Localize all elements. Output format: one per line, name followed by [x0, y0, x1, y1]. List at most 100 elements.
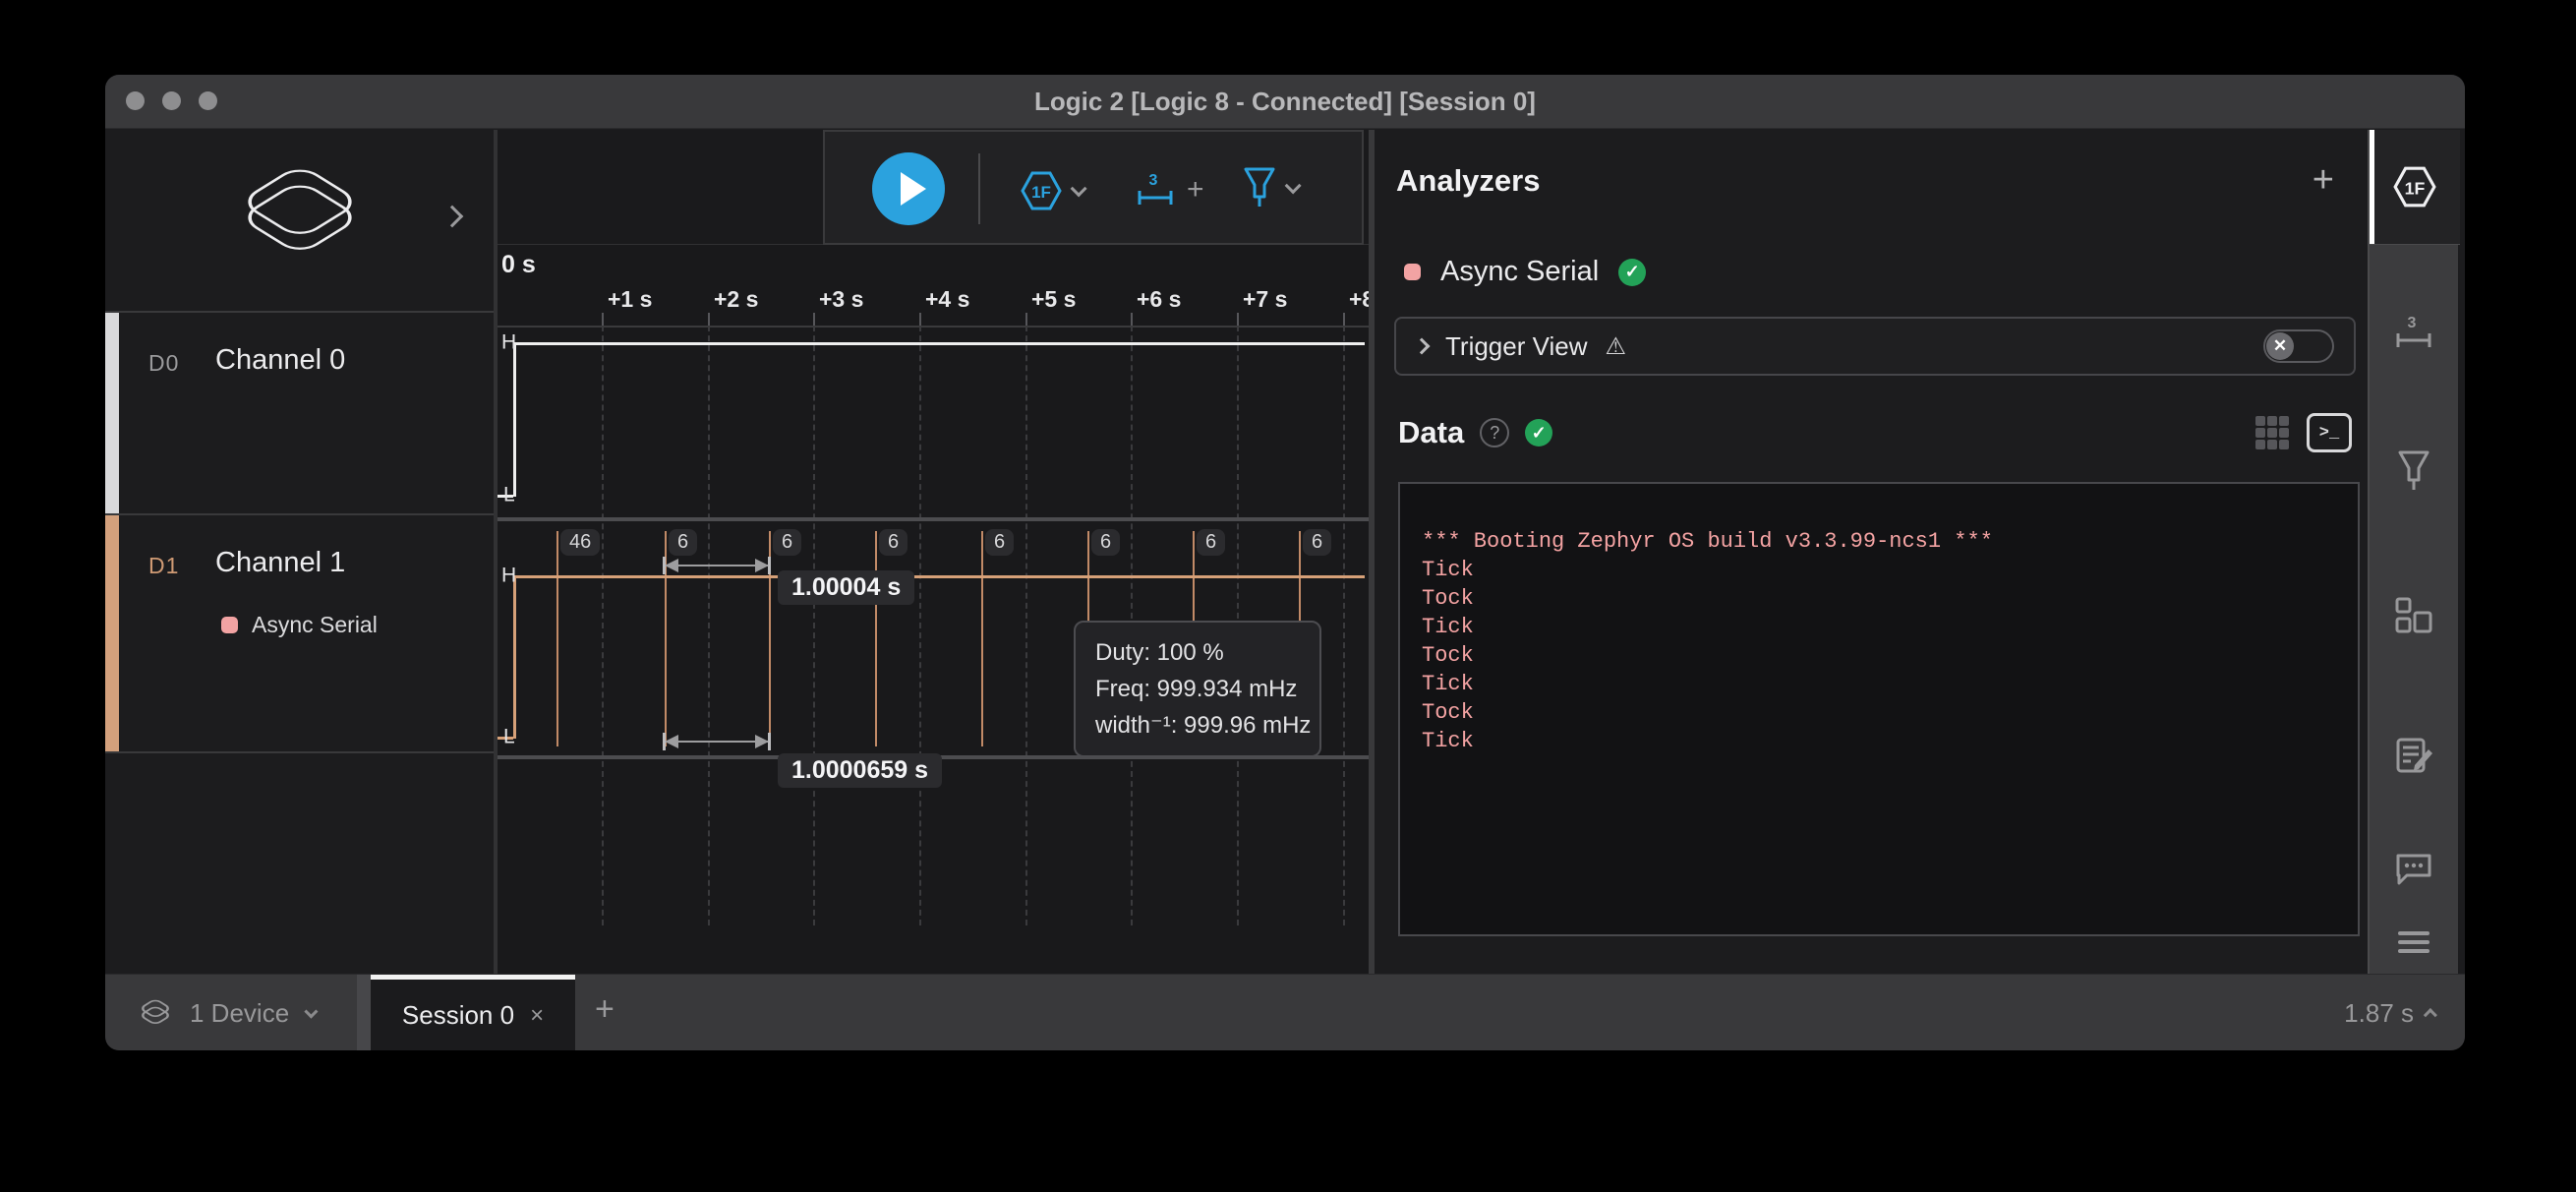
- trigger-view-row[interactable]: Trigger View ⚠ ✕: [1394, 317, 2356, 376]
- timeline-tick-mark: [602, 313, 604, 326]
- terminal-output[interactable]: *** Booting Zephyr OS build v3.3.99-ncs1…: [1398, 482, 2360, 936]
- analyzer-ok-icon: ✓: [1618, 259, 1646, 286]
- session-tab[interactable]: Session 0 ×: [371, 975, 575, 1050]
- tooltip-line: Freq: 999.934 mHz: [1095, 671, 1300, 707]
- channel1-track[interactable]: H L 466666666 1.00004 s: [498, 517, 1369, 755]
- channel0-rising-edge: [513, 342, 516, 497]
- notes-edit-icon: [2393, 736, 2434, 777]
- new-session-button[interactable]: +: [595, 990, 615, 1029]
- device-layers-icon: [137, 996, 174, 1030]
- channel-row-1[interactable]: D1 Channel 1 Async Serial: [105, 515, 494, 753]
- measurement-arrow-high[interactable]: [665, 565, 769, 566]
- device-settings-button[interactable]: 1F: [1020, 169, 1083, 212]
- extensions-icon: [2393, 595, 2434, 636]
- channel1-name[interactable]: Channel 1: [215, 547, 345, 579]
- trigger-view-toggle[interactable]: ✕: [2263, 329, 2334, 363]
- table-view-icon[interactable]: [2254, 414, 2291, 451]
- channel1-rising-edge: [513, 575, 516, 739]
- waveform-area[interactable]: 1F 3 +: [494, 130, 1369, 974]
- analyzer-color-dot: [221, 617, 238, 633]
- hexagon-1f-icon: 1F: [2392, 164, 2437, 209]
- channel0-accent-bar: [105, 313, 119, 513]
- signal-hover-tooltip: Duty: 100 %Freq: 999.934 mHzwidth⁻¹: 999…: [1074, 621, 1321, 757]
- device-count-label: 1 Device: [190, 998, 289, 1029]
- timeline-tick-label: +5 s: [1031, 286, 1076, 313]
- timeline-tick-label: +6 s: [1137, 286, 1181, 313]
- strip-item-feedback[interactable]: [2393, 850, 2434, 889]
- channel1-id: D1: [148, 553, 179, 579]
- terminal-line: Tick: [1422, 670, 2336, 698]
- device-panel[interactable]: [105, 130, 494, 313]
- svg-text:3: 3: [1149, 172, 1158, 189]
- start-capture-button[interactable]: [872, 152, 945, 225]
- timeline-tick-mark: [919, 313, 921, 326]
- terminal-view-icon[interactable]: >_: [2307, 413, 2352, 452]
- measurement-value-high: 1.00004 s: [778, 570, 914, 605]
- data-title: Data: [1398, 415, 1464, 450]
- frame-count-badge[interactable]: 6: [1091, 529, 1120, 556]
- device-selector[interactable]: 1 Device: [105, 975, 357, 1050]
- chevron-down-icon: [1285, 177, 1302, 194]
- channel1-pulse: [556, 531, 558, 746]
- timeline-ruler[interactable]: 0 s +1 s+2 s+3 s+4 s+5 s+6 s+7 s+8: [498, 245, 1369, 326]
- channel0-id: D0: [148, 350, 179, 377]
- frame-count-badge[interactable]: 6: [985, 529, 1014, 556]
- close-tab-icon[interactable]: ×: [530, 1002, 544, 1030]
- frame-count-badge[interactable]: 6: [669, 529, 697, 556]
- add-analyzer-button[interactable]: +: [2313, 161, 2334, 199]
- timeline-tick-mark: [1343, 313, 1345, 326]
- analyzer-color-dot: [1404, 264, 1421, 280]
- frame-count-badge[interactable]: 6: [879, 529, 907, 556]
- expand-trigger-chevron-icon[interactable]: [1414, 338, 1431, 355]
- measurement-arrow-low[interactable]: [665, 741, 769, 743]
- channel0-high-segment: [513, 342, 1365, 345]
- svg-text:1F: 1F: [1031, 183, 1051, 202]
- timeline-tick-label: +3 s: [819, 286, 863, 313]
- channel0-high-marker: H: [501, 331, 516, 355]
- terminal-line: Tick: [1422, 727, 2336, 755]
- expand-device-chevron-icon[interactable]: [441, 206, 464, 228]
- strip-item-triggers[interactable]: [2396, 448, 2431, 494]
- help-icon[interactable]: ?: [1480, 418, 1509, 447]
- strip-item-measurements[interactable]: 3: [2394, 314, 2433, 351]
- trigger-view-label: Trigger View: [1445, 331, 1588, 362]
- chevron-down-icon: [1071, 180, 1087, 197]
- strip-item-extensions[interactable]: [2393, 595, 2434, 636]
- channel-row-0[interactable]: D0 Channel 0: [105, 313, 494, 515]
- channel0-name[interactable]: Channel 0: [215, 344, 345, 377]
- app-window: Logic 2 [Logic 8 - Connected] [Session 0…: [105, 75, 2465, 1050]
- timeline-tick-mark: [1131, 313, 1133, 326]
- track-divider: [498, 517, 1369, 521]
- frame-count-badge[interactable]: 6: [773, 529, 801, 556]
- frame-count-badge[interactable]: 6: [1303, 529, 1331, 556]
- right-icon-strip: 1F 3: [2368, 130, 2458, 974]
- frame-count-badge[interactable]: 46: [560, 529, 600, 556]
- bottombar-divider: [357, 975, 371, 1050]
- add-measurement-button[interactable]: 3 +: [1136, 171, 1204, 209]
- session-tab-label: Session 0: [402, 1000, 514, 1031]
- terminal-line: Tock: [1422, 641, 2336, 670]
- strip-item-device[interactable]: 1F: [2370, 130, 2460, 245]
- capture-duration[interactable]: 1.87 s: [2344, 975, 2437, 1050]
- track-divider: [498, 326, 1369, 328]
- timeline-tick-label: +1 s: [608, 286, 652, 313]
- timeline-origin-label: 0 s: [501, 251, 536, 279]
- svg-text:1F: 1F: [2405, 178, 2426, 198]
- channel1-accent-bar: [105, 515, 119, 751]
- waveform-tracks[interactable]: H L H L 46 6 6 6 6 6 6 6: [498, 326, 1369, 975]
- terminal-line: Tock: [1422, 698, 2336, 727]
- terminal-line: *** Booting Zephyr OS build v3.3.99-ncs1…: [1422, 527, 2336, 556]
- terminal-line: Tick: [1422, 556, 2336, 584]
- channel1-analyzer-tag[interactable]: Async Serial: [221, 612, 378, 638]
- strip-item-menu[interactable]: [2398, 926, 2430, 958]
- trigger-button[interactable]: [1242, 165, 1297, 210]
- timeline-tick-label: +4 s: [925, 286, 969, 313]
- strip-item-annotations[interactable]: [2393, 736, 2434, 777]
- frame-count-badge[interactable]: 6: [1197, 529, 1225, 556]
- chevron-down-icon: [304, 1005, 318, 1019]
- channel0-track[interactable]: H L: [498, 326, 1369, 517]
- analyzer-item-async-serial[interactable]: Async Serial ✓: [1404, 256, 1646, 288]
- channel1-low-marker: L: [503, 726, 515, 749]
- terminal-line: Tock: [1422, 584, 2336, 613]
- channel0-low-marker: L: [503, 484, 515, 507]
